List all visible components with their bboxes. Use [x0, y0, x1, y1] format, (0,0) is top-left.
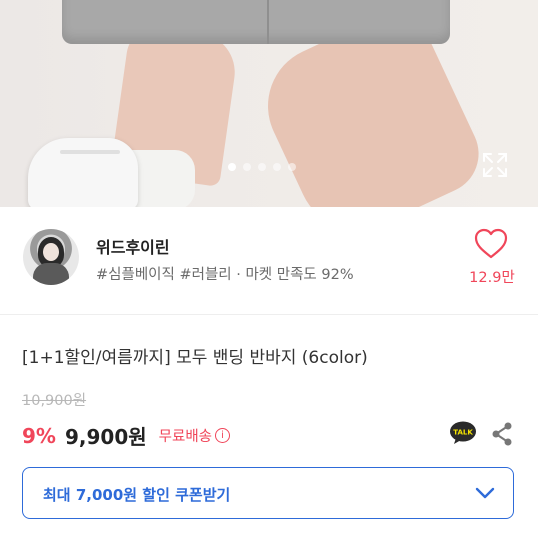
seller-tags: #심플베이직 #러블리 · 마켓 만족도 92%: [96, 267, 354, 283]
seller-name[interactable]: 위드후이린: [96, 234, 170, 258]
share-icon[interactable]: [490, 421, 514, 447]
coupon-label: 최대 7,000원 할인 쿠폰받기: [43, 486, 231, 504]
seller-avatar[interactable]: [23, 229, 79, 285]
chevron-down-icon: [475, 487, 495, 499]
price-row: 9% 9,900원 무료배송 i: [22, 421, 231, 450]
section-divider: [0, 314, 538, 315]
product-image[interactable]: [0, 0, 538, 207]
carousel-dot-active[interactable]: [228, 163, 236, 171]
carousel-dot[interactable]: [258, 163, 266, 171]
info-icon[interactable]: i: [215, 428, 231, 443]
carousel-dot[interactable]: [273, 163, 281, 171]
heart-icon[interactable]: [474, 228, 508, 260]
hero-shorts: [62, 0, 450, 44]
hero-sneaker: [28, 138, 138, 207]
carousel-dot[interactable]: [243, 163, 251, 171]
like-count: 12.9만: [469, 270, 515, 286]
sale-price: 9,900원: [64, 425, 147, 449]
kakaotalk-icon[interactable]: TALK: [449, 421, 477, 445]
discount-rate: 9%: [22, 423, 56, 448]
coupon-button[interactable]: 최대 7,000원 할인 쿠폰받기: [22, 467, 514, 519]
original-price: 10,900원: [22, 393, 87, 409]
carousel-dot[interactable]: [288, 163, 296, 171]
svg-text:TALK: TALK: [453, 429, 473, 437]
expand-icon[interactable]: [482, 152, 508, 178]
hero-sneaker-detail: [60, 150, 120, 154]
product-title: [1+1할인/여름까지] 모두 밴딩 반바지 (6color): [22, 348, 368, 368]
free-shipping-label[interactable]: 무료배송: [159, 425, 212, 446]
carousel-indicator: [228, 163, 296, 171]
